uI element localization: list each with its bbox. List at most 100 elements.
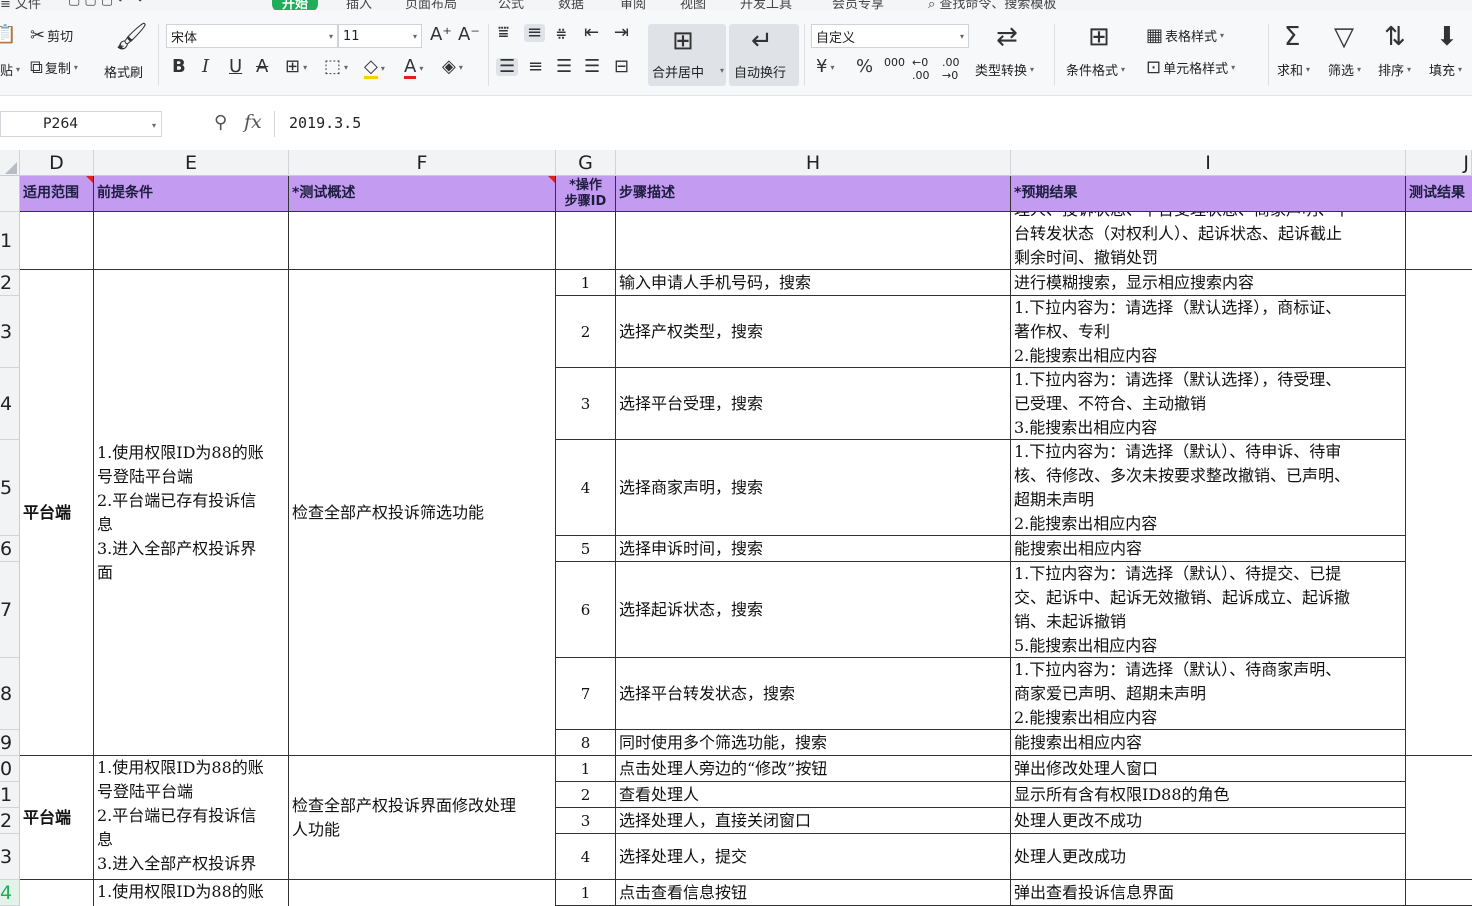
cell-step-id[interactable]: 1 [556, 270, 616, 296]
underline-button[interactable]: U [229, 58, 242, 76]
row-header[interactable]: 3 [0, 834, 20, 880]
increase-decimal-button[interactable]: ←0.00 [912, 56, 930, 82]
align-bottom-button[interactable]: ⩷ [556, 24, 567, 42]
cell-step-desc[interactable]: 选择平台转发状态，搜索 [616, 658, 1011, 730]
cell-step-desc[interactable]: 选择申诉时间，搜索 [616, 536, 1011, 562]
type-convert-button[interactable]: 类型转换 ▾ [975, 60, 1034, 79]
tab-data[interactable]: 数据 [558, 0, 584, 10]
cell-expected[interactable]: 1.下拉内容为：请选择（默认）、待提交、已提 交、起诉中、起诉无效撤销、起诉成立… [1011, 562, 1406, 658]
merge-center-button[interactable]: ⊞ 合并居中 ▾ [648, 24, 726, 86]
cell-expected[interactable]: 弹出修改处理人窗口 [1011, 756, 1406, 782]
cell-step-desc[interactable]: 查看处理人 [616, 782, 1011, 808]
row-header[interactable]: 2 [0, 808, 20, 834]
clear-format-button[interactable]: ◈ ▾ [442, 58, 463, 76]
align-left-button[interactable]: ☰ [496, 58, 519, 76]
cut-button[interactable]: ✂ 剪切 [30, 26, 73, 45]
fill-icon[interactable]: ⬇ [1436, 24, 1458, 50]
tab-page-layout[interactable]: 页面布局 [405, 0, 457, 10]
insert-function-button[interactable]: fx [244, 111, 262, 133]
filter-icon[interactable]: ▽ [1334, 24, 1354, 50]
cell-step-id[interactable]: 3 [556, 368, 616, 440]
cell-expected[interactable]: 进行模糊搜索，显示相应搜索内容 [1011, 270, 1406, 296]
font-size-select[interactable]: 11 ▾ [338, 24, 422, 48]
format-painter-button[interactable]: 格式刷 [104, 62, 143, 81]
select-all-corner[interactable] [0, 150, 20, 176]
header-overview[interactable]: *测试概述 [289, 176, 556, 212]
tab-member[interactable]: 会员专享 [832, 0, 884, 10]
cell-scope-group1[interactable]: 平台端 [20, 270, 94, 756]
row-header[interactable]: 5 [0, 440, 20, 536]
cell-step-id[interactable]: 2 [556, 782, 616, 808]
tab-formula[interactable]: 公式 [498, 0, 524, 10]
cell-step-desc[interactable]: 点击处理人旁边的“修改”按钮 [616, 756, 1011, 782]
cell-step-desc[interactable]: 输入申请人手机号码，搜索 [616, 270, 1011, 296]
tab-insert[interactable]: 插入 [346, 0, 372, 10]
header-result[interactable]: 测试结果 [1406, 176, 1472, 212]
table-style-button[interactable]: ▦ 表格样式 ▾ [1146, 26, 1224, 45]
cell-result[interactable] [1406, 756, 1472, 880]
header-step-desc[interactable]: 步骤描述 [616, 176, 1011, 212]
cell-result[interactable] [1406, 212, 1472, 270]
sum-icon[interactable]: Σ [1284, 24, 1300, 50]
cell-shape-button[interactable]: ⬚ ▾ [324, 58, 348, 76]
cell-step-desc[interactable]: 点击查看信息按钮 [616, 880, 1011, 906]
row-header[interactable]: 4 [0, 368, 20, 440]
cell-step-id[interactable]: 1 [556, 880, 616, 906]
cell-step-id[interactable]: 4 [556, 440, 616, 536]
cell-scope-empty[interactable] [20, 212, 94, 270]
zoom-icon[interactable]: ⚲ [214, 112, 227, 133]
sort-button[interactable]: 排序 ▾ [1378, 60, 1411, 79]
cell-step-id[interactable]: 7 [556, 658, 616, 730]
filter-button[interactable]: 筛选 ▾ [1328, 60, 1361, 79]
column-header-h[interactable]: H [616, 150, 1011, 176]
row-header[interactable]: 6 [0, 536, 20, 562]
tab-dev-tools[interactable]: 开发工具 [740, 0, 792, 10]
cell-expected[interactable]: 1.下拉内容为：请选择（默认）、待商家声明、 商家爱已声明、超期未声明 2.能搜… [1011, 658, 1406, 730]
align-middle-button[interactable]: ≡ [524, 24, 546, 42]
cell-step-id[interactable]: 6 [556, 562, 616, 658]
cell-step-empty[interactable] [556, 212, 616, 270]
column-header-f[interactable]: F [289, 150, 556, 176]
number-format-select[interactable]: 自定义 ▾ [811, 24, 969, 48]
font-name-select[interactable]: 宋体 ▾ [166, 24, 338, 48]
row-header[interactable]: 1 [0, 782, 20, 808]
cell-expected[interactable]: 处理人更改成功 [1011, 834, 1406, 880]
cell-result[interactable] [1406, 880, 1472, 906]
cell-step-desc[interactable]: 同时使用多个筛选功能，搜索 [616, 730, 1011, 756]
column-header-e[interactable]: E [94, 150, 289, 176]
wrap-text-button[interactable]: ↵ 自动换行 [729, 24, 799, 86]
row-header[interactable]: 1 [0, 212, 20, 270]
cell-step-id[interactable]: 5 [556, 536, 616, 562]
row-header[interactable]: 8 [0, 658, 20, 730]
sum-button[interactable]: 求和 ▾ [1277, 60, 1310, 79]
format-painter-icon[interactable]: 🖌 [115, 24, 148, 50]
align-center-button[interactable]: ≡ [528, 58, 543, 76]
column-header-d[interactable]: D [20, 150, 94, 176]
cell-precondition-group3[interactable]: 1.使用权限ID为88的账 [94, 880, 289, 906]
row-header-frozen[interactable] [0, 176, 20, 212]
fill-button[interactable]: 填充 ▾ [1429, 60, 1462, 79]
tab-review[interactable]: 审阅 [620, 0, 646, 10]
increase-indent-button[interactable]: ⇥ [614, 24, 629, 42]
column-header-i[interactable]: I [1011, 150, 1406, 176]
cell-step-id[interactable]: 3 [556, 808, 616, 834]
row-header-selected[interactable]: 4 [0, 880, 20, 906]
row-header[interactable]: 0 [0, 756, 20, 782]
cell-scope-group3[interactable] [20, 880, 94, 906]
thousands-button[interactable]: 000 [884, 56, 905, 69]
cell-expected[interactable]: 1.下拉内容为：请选择（默认选择），待受理、 已受理、不符合、主动撤销 3.能搜… [1011, 368, 1406, 440]
conditional-format-icon[interactable]: ⊞ [1088, 24, 1110, 50]
command-search[interactable]: ⌕ 查找命令、搜索模板 [928, 0, 1056, 10]
cell-expected[interactable]: 能搜索出相应内容 [1011, 536, 1406, 562]
cell-step-desc[interactable]: 选择平台受理，搜索 [616, 368, 1011, 440]
row-header[interactable]: 2 [0, 270, 20, 296]
font-color-button[interactable]: A ▾ [404, 58, 423, 79]
cell-expected[interactable]: 弹出查看投诉信息界面 [1011, 880, 1406, 906]
row-header[interactable]: 3 [0, 296, 20, 368]
cell-precondition-group2[interactable]: 1.使用权限ID为88的账 号登陆平台端 2.平台端已存有投诉信 息 3.进入全… [94, 756, 289, 880]
align-top-button[interactable]: ⩸ [498, 24, 509, 42]
cell-expected[interactable]: 处理人更改不成功 [1011, 808, 1406, 834]
cell-expected[interactable]: 能搜索出相应内容 [1011, 730, 1406, 756]
currency-button[interactable]: ¥ ▾ [816, 58, 834, 76]
cell-step-desc[interactable]: 选择商家声明，搜索 [616, 440, 1011, 536]
